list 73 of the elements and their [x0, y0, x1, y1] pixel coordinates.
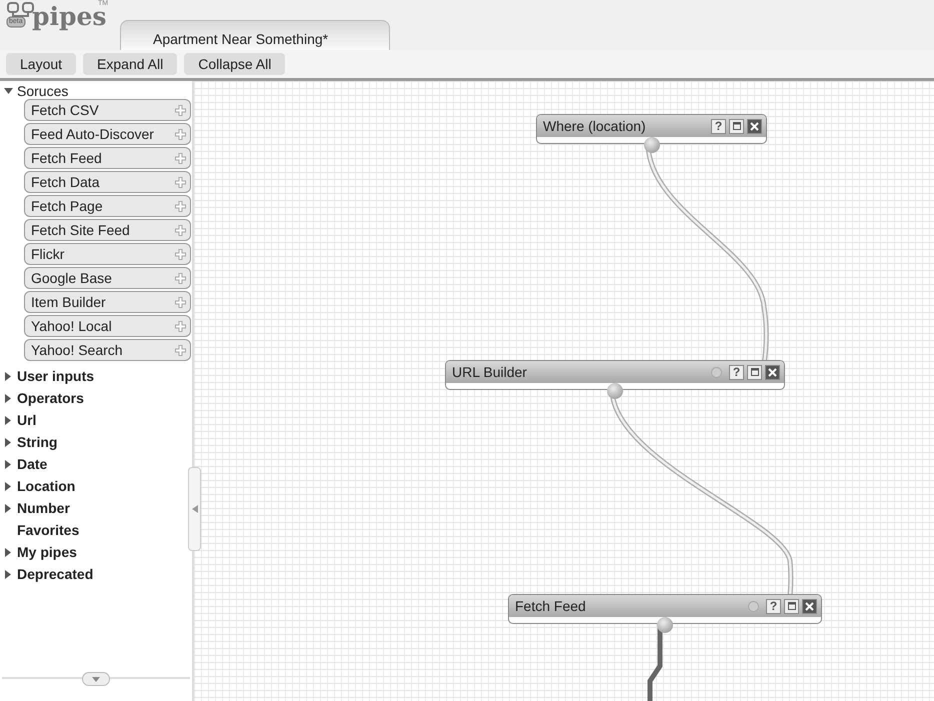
category-item[interactable]: User inputs	[0, 365, 94, 387]
category-item[interactable]: Location	[0, 475, 76, 497]
module-item[interactable]: Feed Auto-Discover	[24, 123, 191, 145]
module-item[interactable]: Fetch Page	[24, 195, 191, 217]
module-item[interactable]: Yahoo! Local	[24, 315, 191, 337]
plus-icon	[175, 176, 186, 188]
caret-right-icon	[4, 504, 13, 512]
module-item[interactable]: Google Base	[24, 267, 191, 289]
caret-right-icon	[4, 482, 13, 490]
close-button[interactable]	[765, 364, 780, 380]
close-icon	[768, 368, 777, 376]
module-box[interactable]: URL Builder ?	[445, 360, 785, 390]
caret-right-icon	[4, 460, 13, 468]
close-icon	[805, 602, 814, 610]
caret-right-icon	[4, 372, 13, 380]
help-button[interactable]: ?	[766, 598, 781, 614]
maximize-button[interactable]	[747, 364, 762, 380]
close-button[interactable]	[802, 598, 817, 614]
category-item[interactable]: Number	[0, 497, 70, 519]
maximize-icon	[732, 122, 740, 130]
module-item[interactable]: Fetch Site Feed	[24, 219, 191, 241]
module-title: URL Builder	[452, 364, 528, 380]
plus-icon	[175, 272, 186, 284]
category-item[interactable]: Date	[0, 453, 48, 475]
plus-icon	[175, 296, 186, 308]
logo-text: pipes	[32, 4, 106, 29]
plus-icon	[175, 248, 186, 260]
help-button[interactable]: ?	[729, 364, 744, 380]
maximize-icon	[788, 602, 796, 610]
category-item[interactable]: My pipes	[0, 541, 77, 563]
pipe-tab[interactable]: Apartment Near Something*	[120, 20, 390, 50]
plus-icon	[175, 104, 186, 116]
plus-icon	[175, 344, 186, 356]
module-item[interactable]: Fetch CSV	[24, 99, 191, 121]
plus-icon	[175, 200, 186, 212]
caret-right-icon	[4, 416, 13, 424]
close-button[interactable]	[747, 118, 762, 134]
caret-right-icon	[4, 548, 13, 556]
module-box[interactable]: Where (location) ?	[536, 114, 767, 144]
caret-right-icon	[4, 570, 13, 578]
toolbar-button[interactable]: Expand All	[83, 53, 178, 75]
caret-right-icon	[4, 438, 13, 446]
module-title: Fetch Feed	[515, 598, 587, 614]
maximize-button[interactable]	[729, 118, 744, 134]
category-item[interactable]: Soruces	[0, 82, 68, 99]
category-item[interactable]: Operators	[0, 387, 84, 409]
scroll-down-handle[interactable]	[82, 672, 110, 686]
plus-icon	[175, 152, 186, 164]
toolbar-button[interactable]: Layout	[6, 53, 76, 75]
plus-icon	[175, 320, 186, 332]
caret-right-icon	[4, 394, 13, 402]
module-box[interactable]: Fetch Feed ?	[508, 594, 822, 624]
close-icon	[750, 122, 759, 130]
module-item[interactable]: Fetch Feed	[24, 147, 191, 169]
module-item[interactable]: Yahoo! Search	[24, 339, 191, 361]
category-item[interactable]: Favorites	[0, 519, 80, 541]
category-item[interactable]: Deprecated	[0, 563, 94, 585]
caret-down-icon	[92, 676, 100, 682]
maximize-button[interactable]	[784, 598, 799, 614]
maximize-icon	[750, 368, 758, 376]
collapse-sidebar-handle[interactable]	[188, 467, 201, 551]
category-item[interactable]: Url	[0, 409, 36, 431]
module-item[interactable]: Item Builder	[24, 291, 191, 313]
module-item[interactable]: Fetch Data	[24, 171, 191, 193]
caret-left-icon	[192, 505, 198, 513]
plus-icon	[175, 128, 186, 140]
plus-icon	[175, 224, 186, 236]
toolbar-button[interactable]: Collapse All	[184, 53, 286, 75]
module-item[interactable]: Flickr	[24, 243, 191, 265]
caret-down-icon	[4, 86, 13, 95]
module-title: Where (location)	[543, 118, 647, 134]
help-button[interactable]: ?	[711, 118, 726, 134]
category-item[interactable]: String	[0, 431, 58, 453]
